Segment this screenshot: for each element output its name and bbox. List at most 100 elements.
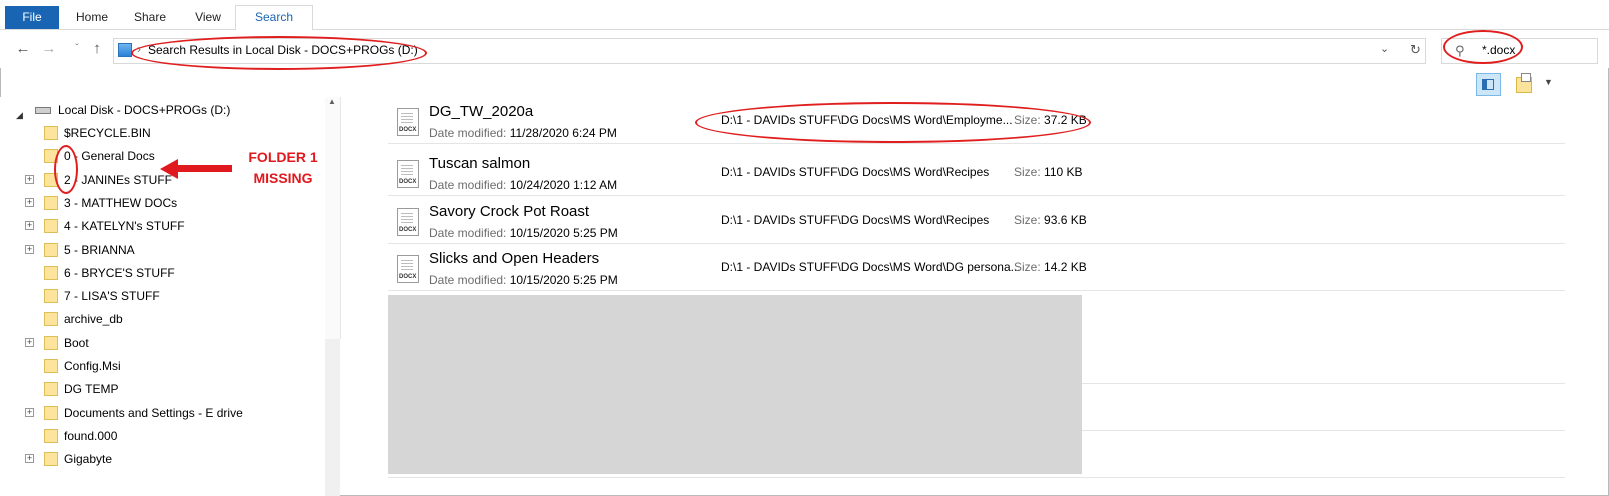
annotation-ellipse-address <box>131 36 427 70</box>
folder-icon <box>44 452 58 467</box>
date-modified-value: 11/28/2020 6:24 PM <box>509 126 617 140</box>
change-view-icon[interactable] <box>1514 73 1536 96</box>
date-modified: Date modified: 10/24/2020 1:12 AM <box>429 178 617 192</box>
date-modified-value: 10/15/2020 5:25 PM <box>509 273 618 287</box>
tree-item-folder[interactable]: + Boot <box>0 332 320 354</box>
up-arrow-icon[interactable]: ↑ <box>86 38 108 60</box>
tree-item-label: found.000 <box>64 428 118 443</box>
folder-icon <box>44 335 58 350</box>
annotation-line-2: MISSING <box>253 170 313 186</box>
file-size: Size: 110 KB <box>1014 165 1083 179</box>
file-path: D:\1 - DAVIDs STUFF\DG Docs\MS Word\Reci… <box>721 213 990 227</box>
redacted-area <box>388 295 1082 474</box>
view-options-chevron-icon[interactable]: ▼ <box>1544 77 1553 87</box>
date-modified-label: Date modified: <box>429 126 507 140</box>
tree-item-label: Gigabyte <box>64 452 113 467</box>
navigation-pane-scrollbar[interactable]: ▲ <box>325 97 341 496</box>
date-modified-value: 10/15/2020 5:25 PM <box>509 226 618 240</box>
tree-item-label: 2 - JANINEs STUFF <box>64 172 173 187</box>
expand-icon[interactable]: + <box>25 337 34 347</box>
file-type-tag: DOCX <box>399 179 417 185</box>
tab-share[interactable]: Share <box>122 6 178 29</box>
tree-item-folder[interactable]: +4 - KATELYN's STUFF <box>0 215 320 237</box>
tree-item-folder[interactable]: 6 - BRYCE'S STUFF <box>0 262 320 284</box>
tree-root-label: Local Disk - DOCS+PROGs (D:) <box>58 103 231 117</box>
search-results-icon <box>118 43 132 57</box>
annotation-ellipse-search <box>1443 30 1523 64</box>
tree-item-folder[interactable]: + Gigabyte <box>0 448 320 470</box>
address-dropdown-icon[interactable]: ⌄ <box>1380 42 1389 55</box>
tree-item-folder[interactable]: found.000 <box>0 425 320 447</box>
expand-icon[interactable]: + <box>25 244 34 254</box>
tree-item-folder[interactable]: archive_db <box>0 308 320 330</box>
docx-file-icon: DOCX <box>397 255 419 283</box>
file-size: Size: 93.6 KB <box>1014 213 1087 227</box>
tree-item-label: archive_db <box>64 312 123 327</box>
folder-icon <box>44 405 58 420</box>
back-arrow-icon[interactable]: ← <box>12 38 34 60</box>
tree-item-folder[interactable]: $RECYCLE.BIN <box>0 122 320 144</box>
folder-icon <box>44 265 58 280</box>
date-modified-value: 10/24/2020 1:12 AM <box>509 178 618 192</box>
folder-icon <box>44 195 58 210</box>
forward-arrow-icon[interactable]: → <box>38 38 60 60</box>
tab-search[interactable]: Search <box>235 5 313 31</box>
file-size: Size: 14.2 KB <box>1014 260 1087 274</box>
size-label: Size: <box>1014 213 1041 227</box>
file-path: D:\1 - DAVIDs STUFF\DG Docs\MS Word\DG p… <box>721 260 1021 274</box>
tree-item-label: 7 - LISA'S STUFF <box>64 289 160 304</box>
tree-item-label: Config.Msi <box>64 359 121 373</box>
tree-item-folder[interactable]: +5 - BRIANNA <box>0 239 320 261</box>
date-modified: Date modified: 11/28/2020 6:24 PM <box>429 126 617 140</box>
tree-root-drive[interactable]: ◢ Local Disk - DOCS+PROGs (D:) <box>0 99 320 121</box>
date-modified-label: Date modified: <box>429 178 507 192</box>
expand-icon[interactable]: + <box>25 407 34 417</box>
folder-icon <box>44 126 58 140</box>
tree-item-folder[interactable]: +3 - MATTHEW DOCs <box>0 192 320 214</box>
file-name[interactable]: Slicks and Open Headers <box>429 250 599 267</box>
tab-file[interactable]: File <box>5 6 59 29</box>
folder-icon <box>44 242 58 257</box>
scrollbar-thumb[interactable] <box>325 97 341 339</box>
expand-icon[interactable]: + <box>25 197 34 207</box>
refresh-icon[interactable]: ↻ <box>1410 42 1421 58</box>
tree-item-label: Documents and Settings - E drive <box>64 405 243 420</box>
annotation-arrow-shaft <box>176 165 232 172</box>
folder-icon <box>44 312 58 327</box>
date-modified-label: Date modified: <box>429 273 507 287</box>
preview-pane-toggle-icon[interactable] <box>1476 73 1501 96</box>
tab-home[interactable]: Home <box>64 6 120 29</box>
expand-icon[interactable]: + <box>25 174 34 184</box>
folder-icon <box>44 289 58 304</box>
tree-item-label: $RECYCLE.BIN <box>64 126 151 140</box>
file-type-tag: DOCX <box>399 127 417 133</box>
result-row[interactable]: DOCX Tuscan salmon Date modified: 10/24/20… <box>388 149 1565 196</box>
file-name[interactable]: Savory Crock Pot Roast <box>429 203 589 220</box>
size-label: Size: <box>1014 165 1041 179</box>
file-type-tag: DOCX <box>399 227 417 233</box>
expand-icon[interactable]: + <box>25 454 34 464</box>
tree-item-label: 6 - BRYCE'S STUFF <box>64 265 175 280</box>
result-row[interactable]: DOCX Slicks and Open Headers Date modified… <box>388 244 1565 291</box>
tree-item-folder[interactable]: Config.Msi <box>0 355 320 377</box>
file-path: D:\1 - DAVIDs STUFF\DG Docs\MS Word\Reci… <box>721 165 990 179</box>
docx-file-icon: DOCX <box>397 160 419 188</box>
drive-icon <box>35 107 51 114</box>
folder-icon <box>44 428 58 443</box>
tree-item-folder[interactable]: + Documents and Settings - E drive <box>0 402 320 424</box>
date-modified: Date modified: 10/15/2020 5:25 PM <box>429 226 618 240</box>
ribbon-tabs: File Home Share View Search <box>0 0 1609 31</box>
scroll-up-icon[interactable]: ▲ <box>328 97 336 106</box>
tree-item-folder[interactable]: DG TEMP <box>0 378 320 400</box>
docx-file-icon: DOCX <box>397 208 419 236</box>
annotation-ellipse-path <box>695 102 1091 143</box>
result-row[interactable]: DOCX Savory Crock Pot Roast Date modified:… <box>388 197 1565 244</box>
file-name[interactable]: DG_TW_2020a <box>429 103 533 120</box>
recent-locations-chevron-icon[interactable]: ˇ <box>66 38 88 60</box>
tree-item-label: 3 - MATTHEW DOCs <box>64 195 178 210</box>
tree-item-folder[interactable]: 7 - LISA'S STUFF <box>0 285 320 307</box>
file-name[interactable]: Tuscan salmon <box>429 155 530 172</box>
expand-icon[interactable]: + <box>25 221 34 231</box>
annotation-ellipse-folder-numbers <box>54 145 78 194</box>
tab-view[interactable]: View <box>180 6 236 29</box>
